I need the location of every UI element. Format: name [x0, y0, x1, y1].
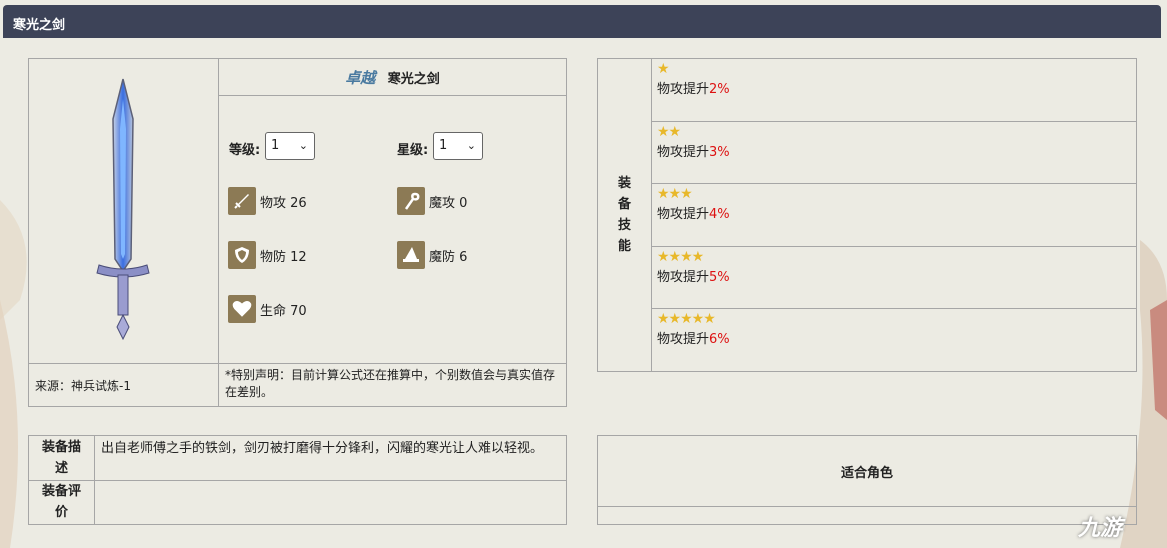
roles-title: 适合角色 [840, 465, 893, 481]
skill-row: ★★★ 物攻提升4% [651, 183, 1137, 247]
skill-text: 物攻提升 [657, 144, 710, 160]
desc-value: 出自老师傅之手的铁剑，剑刃被打磨得十分锋利，闪耀的寒光让人难以轻视。 [101, 441, 544, 456]
stat-matk: 魔攻 0 [397, 187, 467, 215]
skill-text: 物攻提升 [657, 82, 710, 97]
skill-row: ★★ 物攻提升3% [651, 120, 1137, 185]
skill-header: 装备技能 [597, 58, 652, 372]
star-select-value: 1 [439, 138, 448, 153]
star-rating-icon: ★★★★★ [657, 311, 716, 328]
desc-label-cell: 装备描述 [28, 435, 95, 481]
skill-text: 物攻提升 [657, 207, 710, 223]
description-table: 装备描述 出自老师傅之手的铁剑，剑刃被打磨得十分锋利，闪耀的寒光让人难以轻视。 … [28, 435, 567, 525]
skill-table: 装备技能 ★ 物攻提升2% ★★ 物攻提升3% ★★★ 物攻提升4% ★★★★ … [597, 58, 1137, 372]
roles-list-cell [597, 506, 1137, 525]
chevron-down-icon: ⌄ [298, 139, 308, 152]
stats-cell: 等级: 1 ⌄ 星级: 1 ⌄ 物攻 26 魔攻 0 物防 12 魔防 6 生命… [218, 95, 567, 364]
star-label: 星级: [397, 143, 429, 158]
skill-percent: 4% [709, 207, 730, 223]
stat-hp-text: 生命 70 [260, 303, 307, 319]
desc-value-cell: 出自老师傅之手的铁剑，剑刃被打磨得十分锋利，闪耀的寒光让人难以轻视。 [94, 435, 567, 481]
wizard-hat-icon [397, 241, 425, 269]
stat-pdef: 物防 12 [228, 241, 307, 269]
item-name: 寒光之剑 [387, 71, 440, 87]
star-select[interactable]: 1 ⌄ [433, 132, 483, 160]
roles-table: 适合角色 [597, 435, 1137, 525]
staff-icon [397, 187, 425, 215]
skill-row: ★★★★ 物攻提升5% [651, 245, 1137, 310]
skill-percent: 5% [709, 269, 730, 285]
watermark-logo: 九游 [1078, 510, 1122, 542]
skill-percent: 2% [709, 82, 730, 97]
stat-mdef-text: 魔防 6 [429, 249, 468, 265]
skill-row: ★★★★★ 物攻提升6% [651, 308, 1137, 372]
page-title: 寒光之剑 [3, 5, 1161, 38]
level-select-value: 1 [271, 138, 280, 153]
skill-row: ★ 物攻提升2% [651, 58, 1137, 122]
eval-label: 装备评价 [41, 484, 81, 521]
skill-percent: 6% [709, 332, 730, 348]
eval-value-cell [94, 479, 567, 525]
stat-matk-text: 魔攻 0 [429, 195, 468, 211]
stat-patk: 物攻 26 [228, 187, 307, 215]
skill-header-text: 装备技能 [617, 176, 631, 254]
star-rating-icon: ★ [657, 61, 670, 77]
skill-percent: 3% [709, 144, 730, 160]
source-cell: 来源：神兵试炼-1 [28, 363, 219, 407]
stat-hp: 生命 70 [228, 295, 307, 323]
source-text: 来源：神兵试炼-1 [35, 378, 131, 393]
eval-label-cell: 装备评价 [28, 479, 95, 525]
shield-icon [228, 241, 256, 269]
watermark-text: 九游 [1078, 516, 1123, 541]
chevron-down-icon: ⌄ [466, 139, 476, 152]
stat-pdef-text: 物防 12 [260, 249, 307, 265]
level-select[interactable]: 1 ⌄ [265, 132, 315, 160]
stat-mdef: 魔防 6 [397, 241, 467, 269]
star-rating-icon: ★★★ [657, 186, 693, 203]
rank-badge: 卓越 [345, 68, 376, 87]
skill-text: 物攻提升 [657, 269, 710, 285]
weapon-image-cell [28, 58, 219, 364]
sword-icon [228, 187, 256, 215]
star-rating-icon: ★★★★ [657, 248, 704, 265]
roles-header-cell: 适合角色 [597, 435, 1137, 507]
star-rating-icon: ★★ [657, 123, 681, 140]
equipment-info-table: 卓越 寒光之剑 等级: 1 ⌄ 星级: 1 ⌄ 物攻 26 魔攻 0 物防 12… [28, 58, 567, 407]
sword-image [96, 78, 150, 341]
skill-text: 物攻提升 [657, 332, 710, 348]
item-name-cell: 卓越 寒光之剑 [218, 58, 567, 96]
heart-icon [228, 295, 256, 323]
desc-label: 装备描述 [41, 439, 81, 476]
stat-patk-text: 物攻 26 [260, 195, 307, 211]
note-text: *特别声明：目前计算公式还在推算中，个别数值会与真实值存在差别。 [225, 368, 556, 399]
level-label: 等级: [229, 143, 261, 158]
note-cell: *特别声明：目前计算公式还在推算中，个别数值会与真实值存在差别。 [218, 363, 567, 407]
